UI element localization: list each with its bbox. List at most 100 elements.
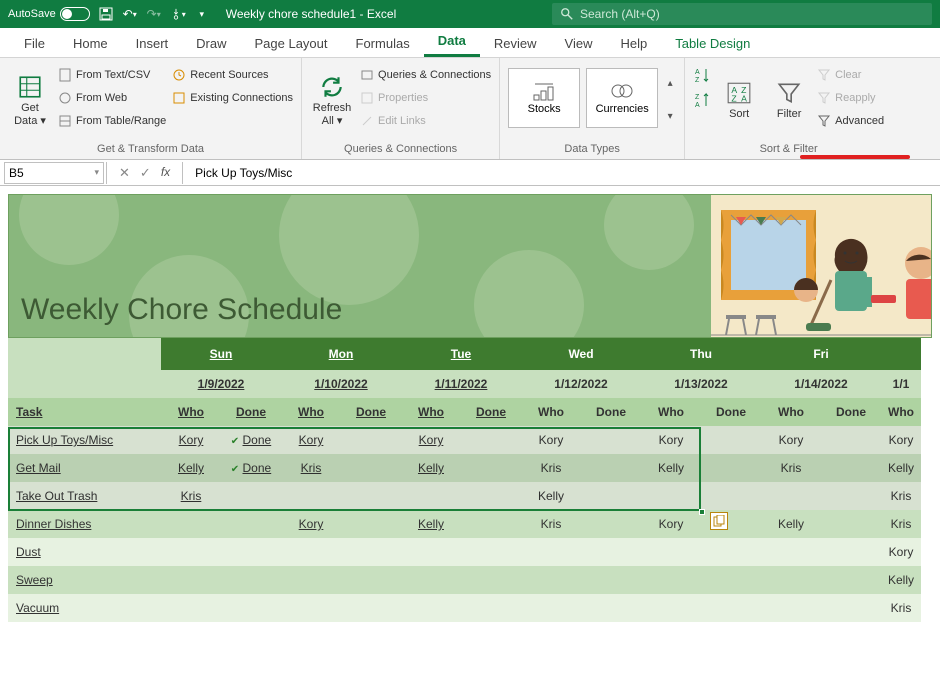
from-table-button[interactable]: From Table/Range (58, 111, 166, 131)
who-cell[interactable]: Kris (881, 510, 921, 538)
done-header[interactable]: Done (461, 398, 521, 426)
tab-data[interactable]: Data (424, 27, 480, 57)
who-cell[interactable] (401, 538, 461, 566)
tab-draw[interactable]: Draw (182, 30, 240, 57)
done-header[interactable]: Done (341, 398, 401, 426)
from-textcsv-button[interactable]: From Text/CSV (58, 65, 166, 85)
done-cell[interactable] (341, 482, 401, 510)
done-header[interactable]: Done (701, 398, 761, 426)
who-header[interactable]: Who (881, 398, 921, 426)
done-cell[interactable] (341, 510, 401, 538)
done-cell[interactable] (701, 454, 761, 482)
who-cell[interactable] (281, 538, 341, 566)
advanced-filter-button[interactable]: Advanced (817, 111, 884, 131)
chore-table[interactable]: Sun Mon Tue Wed Thu Fri 1/9/2022 1/10/20… (8, 338, 921, 622)
done-cell[interactable] (461, 482, 521, 510)
done-cell[interactable] (221, 482, 281, 510)
sort-desc-button[interactable]: ZA (693, 91, 711, 112)
day-header[interactable]: Mon (281, 338, 401, 370)
who-cell[interactable]: Kelly (881, 454, 921, 482)
tab-formulas[interactable]: Formulas (342, 30, 424, 57)
task-header[interactable]: Task (8, 398, 161, 426)
done-cell[interactable] (341, 538, 401, 566)
save-icon[interactable] (98, 6, 114, 22)
done-cell[interactable] (821, 538, 881, 566)
day-header[interactable]: Tue (401, 338, 521, 370)
who-cell[interactable] (161, 594, 221, 622)
who-cell[interactable]: Kelly (881, 566, 921, 594)
done-cell[interactable] (581, 482, 641, 510)
done-cell[interactable] (821, 594, 881, 622)
who-cell[interactable]: Kory (881, 538, 921, 566)
task-cell[interactable]: Pick Up Toys/Misc (8, 426, 161, 454)
existing-connections-button[interactable]: Existing Connections (172, 88, 293, 108)
who-cell[interactable]: Kory (401, 426, 461, 454)
stocks-datatype[interactable]: Stocks (508, 68, 580, 128)
who-cell[interactable] (641, 566, 701, 594)
done-cell[interactable] (581, 426, 641, 454)
date-header[interactable]: 1/10/2022 (281, 370, 401, 398)
done-cell[interactable] (701, 538, 761, 566)
done-cell[interactable] (701, 482, 761, 510)
who-cell[interactable]: Kory (161, 426, 221, 454)
done-cell[interactable] (461, 510, 521, 538)
date-header[interactable]: 1/12/2022 (521, 370, 641, 398)
who-cell[interactable]: Kory (281, 510, 341, 538)
date-header[interactable]: 1/13/2022 (641, 370, 761, 398)
done-cell[interactable] (461, 426, 521, 454)
done-cell[interactable] (461, 566, 521, 594)
sort-asc-button[interactable]: AZ (693, 66, 711, 87)
task-cell[interactable]: Dinner Dishes (8, 510, 161, 538)
who-cell[interactable]: Kris (281, 454, 341, 482)
done-cell[interactable] (461, 594, 521, 622)
done-cell[interactable] (581, 594, 641, 622)
done-cell[interactable] (341, 594, 401, 622)
done-cell[interactable] (821, 510, 881, 538)
who-header[interactable]: Who (401, 398, 461, 426)
who-cell[interactable] (521, 594, 581, 622)
who-cell[interactable]: Kory (521, 426, 581, 454)
day-header[interactable]: Thu (641, 338, 761, 370)
tab-view[interactable]: View (551, 30, 607, 57)
who-cell[interactable]: Kelly (401, 454, 461, 482)
paste-options-button[interactable] (710, 512, 728, 530)
who-cell[interactable] (761, 538, 821, 566)
done-cell[interactable] (581, 566, 641, 594)
name-box[interactable]: B5 ▾ (4, 162, 104, 184)
fx-icon[interactable]: fx (161, 165, 170, 181)
who-cell[interactable]: Kory (281, 426, 341, 454)
date-header[interactable]: 1/9/2022 (161, 370, 281, 398)
table-row[interactable]: Sweep Kelly (8, 566, 921, 594)
task-cell[interactable]: Vacuum (8, 594, 161, 622)
who-cell[interactable] (761, 482, 821, 510)
tab-insert[interactable]: Insert (122, 30, 183, 57)
who-header[interactable]: Who (521, 398, 581, 426)
table-row[interactable]: Take Out TrashKrisKellyKris (8, 482, 921, 510)
table-row[interactable]: VacuumKris (8, 594, 921, 622)
get-data-button[interactable]: GetData ▾ (8, 62, 52, 138)
refresh-all-button[interactable]: RefreshAll ▾ (310, 62, 354, 138)
from-web-button[interactable]: From Web (58, 88, 166, 108)
done-cell[interactable]: ✔ Done (221, 454, 281, 482)
task-cell[interactable]: Sweep (8, 566, 161, 594)
date-header[interactable]: 1/14/2022 (761, 370, 881, 398)
undo-icon[interactable]: ↶▾ (122, 6, 138, 22)
who-cell[interactable]: Kory (641, 510, 701, 538)
who-cell[interactable]: Kris (881, 482, 921, 510)
datatype-scroll[interactable]: ▴▾ (664, 74, 676, 122)
who-header[interactable]: Who (281, 398, 341, 426)
done-cell[interactable] (221, 594, 281, 622)
who-cell[interactable] (161, 538, 221, 566)
who-cell[interactable] (641, 594, 701, 622)
who-cell[interactable]: Kory (761, 426, 821, 454)
done-cell[interactable] (821, 454, 881, 482)
who-cell[interactable]: Kris (761, 454, 821, 482)
done-cell[interactable] (821, 566, 881, 594)
redo-icon[interactable]: ↷▾ (146, 6, 162, 22)
done-cell[interactable] (461, 454, 521, 482)
done-cell[interactable] (581, 538, 641, 566)
who-cell[interactable] (521, 538, 581, 566)
who-cell[interactable] (521, 566, 581, 594)
accept-formula-icon[interactable]: ✓ (140, 165, 151, 181)
table-row[interactable]: Get MailKelly✔ DoneKrisKellyKrisKellyKri… (8, 454, 921, 482)
